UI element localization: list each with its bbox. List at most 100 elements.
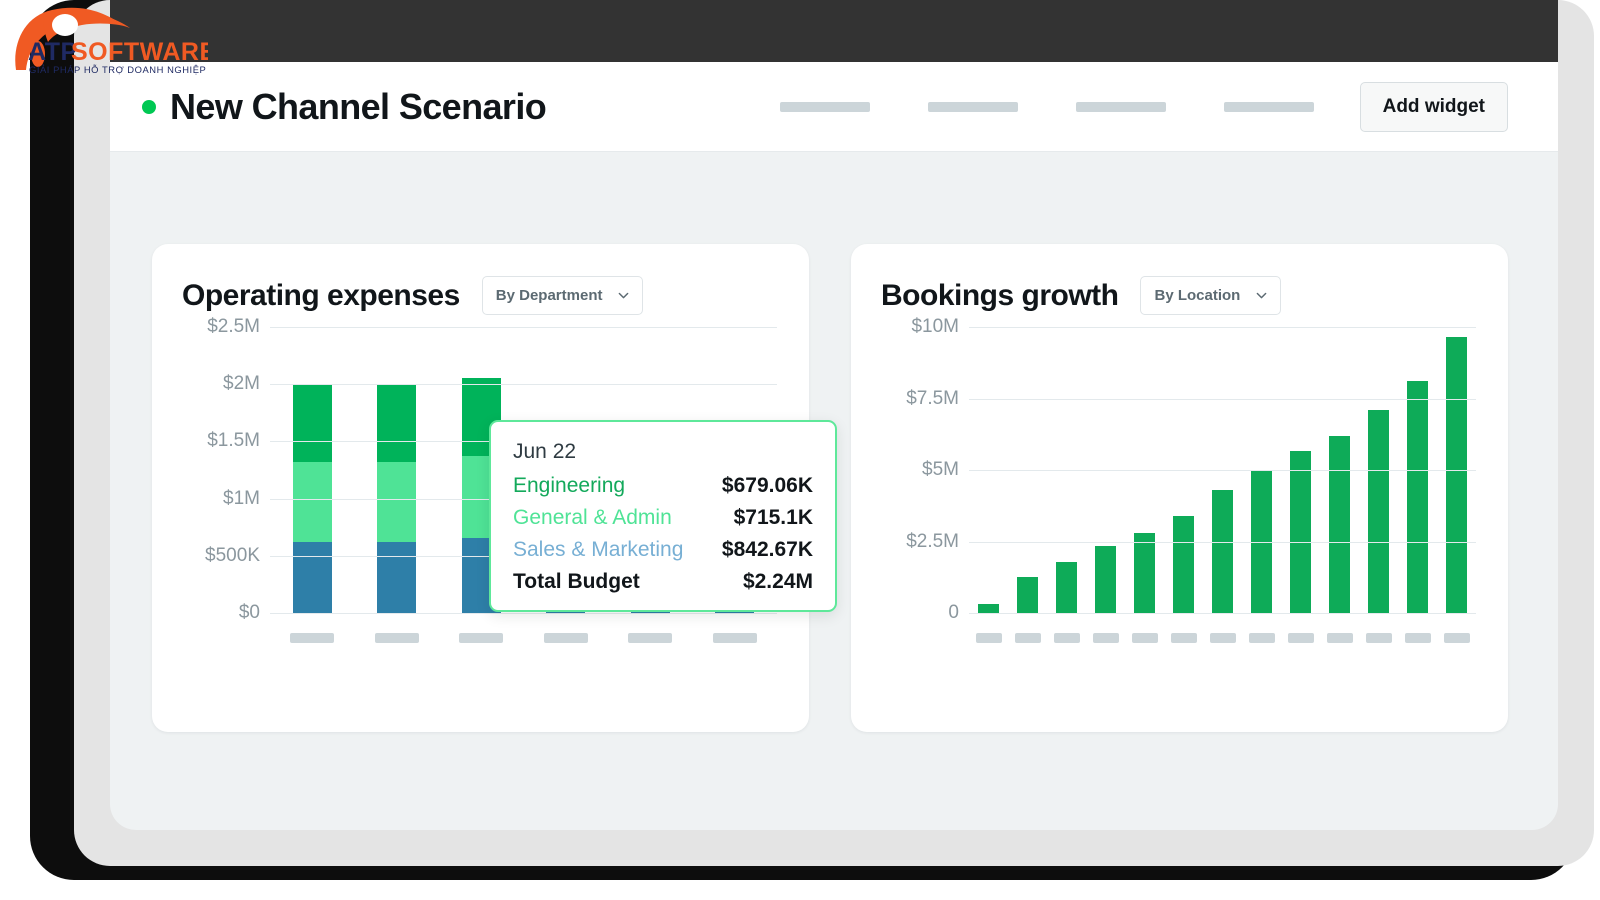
bar-segment [377,462,417,543]
y-tick-label: $2M [223,373,260,395]
x-tick-placeholder [1287,633,1314,643]
scenario-header: New Channel Scenario [142,86,547,128]
nav-placeholder-4[interactable] [1223,101,1314,112]
bar-segment [1407,381,1428,613]
app-screen: New Channel Scenario Add widget Operatin… [110,0,1558,830]
dropdown-by-department-label: By Department [495,287,603,304]
x-tick-slot [1281,633,1320,643]
gridline [969,541,1476,543]
gridline [969,470,1476,471]
x-tick-placeholder [1404,633,1431,643]
x-axis-ticks-bookings-growth [969,633,1476,643]
y-axis-labels-bookings-growth: $10M $7.5M $5M $2.5M 0 [881,316,967,623]
nav-placeholder-group [779,101,1314,112]
gridline [969,613,1476,614]
card-title-bookings-growth: Bookings growth [881,278,1119,312]
x-tick-slot [1164,633,1203,643]
x-tick-slot [693,633,778,643]
bar-segment [1212,490,1233,613]
bar[interactable] [1017,577,1038,613]
x-tick-placeholder [1170,633,1197,643]
bar-slot[interactable] [355,327,440,613]
bar-segment [1329,435,1350,613]
x-tick-slot [1125,633,1164,643]
status-dot-icon [142,99,156,114]
logo-brand-second: SOFTWARE [71,38,208,66]
tooltip-series-name: Engineering [513,474,626,497]
chart-tooltip: Jun 22 Engineering $679.06K General & Admi… [489,420,837,612]
bar[interactable] [1329,435,1350,613]
card-header-bookings-growth: Bookings growth By Location [881,276,1476,315]
tooltip-total-row: Total Budget $2.24M [513,570,813,594]
gridline [969,327,1476,328]
x-tick-slot [969,633,1008,643]
x-tick-placeholder [1209,633,1236,643]
x-tick-slot [1203,633,1242,643]
nav-placeholder-3[interactable] [1075,101,1166,112]
y-tick-label: $1.5M [207,430,260,452]
y-tick-label: 0 [948,602,959,623]
tooltip-series-value: $715.1K [733,506,813,529]
bar-segment [1290,451,1311,613]
bar-segment [1095,545,1116,613]
bar[interactable] [1056,561,1077,613]
bar[interactable] [1173,515,1194,613]
bar[interactable] [1095,545,1116,613]
y-axis-labels-operating-expenses: $2.5M $2M $1.5M $1M $500K $0 [182,316,268,623]
bar[interactable] [978,604,999,613]
card-header-operating-expenses: Operating expenses By Department [182,276,777,315]
x-tick-placeholder [628,633,673,643]
dropdown-by-location[interactable]: By Location [1140,276,1282,315]
gridline [270,327,777,328]
add-widget-button[interactable]: Add widget [1359,81,1508,132]
chart-operating-expenses: $2.5M $2M $1.5M $1M $500K $0 Jun 22 Engineeri… [182,316,837,657]
bar[interactable] [1368,409,1389,613]
y-tick-label: $10M [911,316,959,337]
bar[interactable] [1212,490,1233,613]
y-tick-label: $500K [205,544,260,566]
x-tick-placeholder [290,633,335,643]
plot-area-bookings-growth [969,327,1476,614]
y-tick-label: $0 [238,602,260,623]
tooltip-row: General & Admin $715.1K [513,506,813,530]
x-tick-placeholder [1014,633,1041,643]
bar-segment [377,542,417,613]
gridline [270,613,777,614]
logo-tagline: GIẢI PHÁP HỖ TRỢ DOANH NGHIỆP [29,64,206,75]
bar-segment [978,604,999,613]
x-tick-slot [1242,633,1281,643]
bar[interactable] [1407,381,1428,613]
bar-segment [1173,515,1194,613]
tooltip-row: Engineering $679.06K [513,474,813,498]
x-tick-slot [1047,633,1086,643]
bar[interactable] [1446,337,1467,613]
x-tick-placeholder [712,633,757,643]
x-tick-slot [1437,633,1476,643]
dropdown-by-location-label: By Location [1154,287,1241,304]
x-tick-slot [270,633,355,643]
tooltip-series-value: $842.67K [721,538,813,561]
browser-top-bar [110,0,1558,62]
y-tick-label: $2.5M [906,530,959,552]
x-tick-slot [1008,633,1047,643]
tooltip-date: Jun 22 [513,440,577,463]
nav-placeholder-1[interactable] [779,101,870,112]
nav-placeholder-2[interactable] [927,101,1018,112]
x-tick-slot [1398,633,1437,643]
bar-segment [1134,532,1155,613]
x-tick-placeholder [1326,633,1353,643]
x-tick-slot [608,633,693,643]
bar-segment [292,384,332,462]
chevron-down-icon [619,292,629,299]
x-tick-slot [524,633,609,643]
tooltip-series-value: $679.06K [721,474,813,497]
bar[interactable] [1134,532,1155,613]
x-tick-placeholder [1365,633,1392,643]
dropdown-by-department[interactable]: By Department [481,276,644,315]
x-tick-slot [1320,633,1359,643]
card-title-operating-expenses: Operating expenses [182,278,460,312]
bar[interactable] [1290,451,1311,613]
bar-segment [377,384,417,462]
tooltip-row: Sales & Marketing $842.67K [513,538,813,562]
bar-slot[interactable] [270,327,355,613]
